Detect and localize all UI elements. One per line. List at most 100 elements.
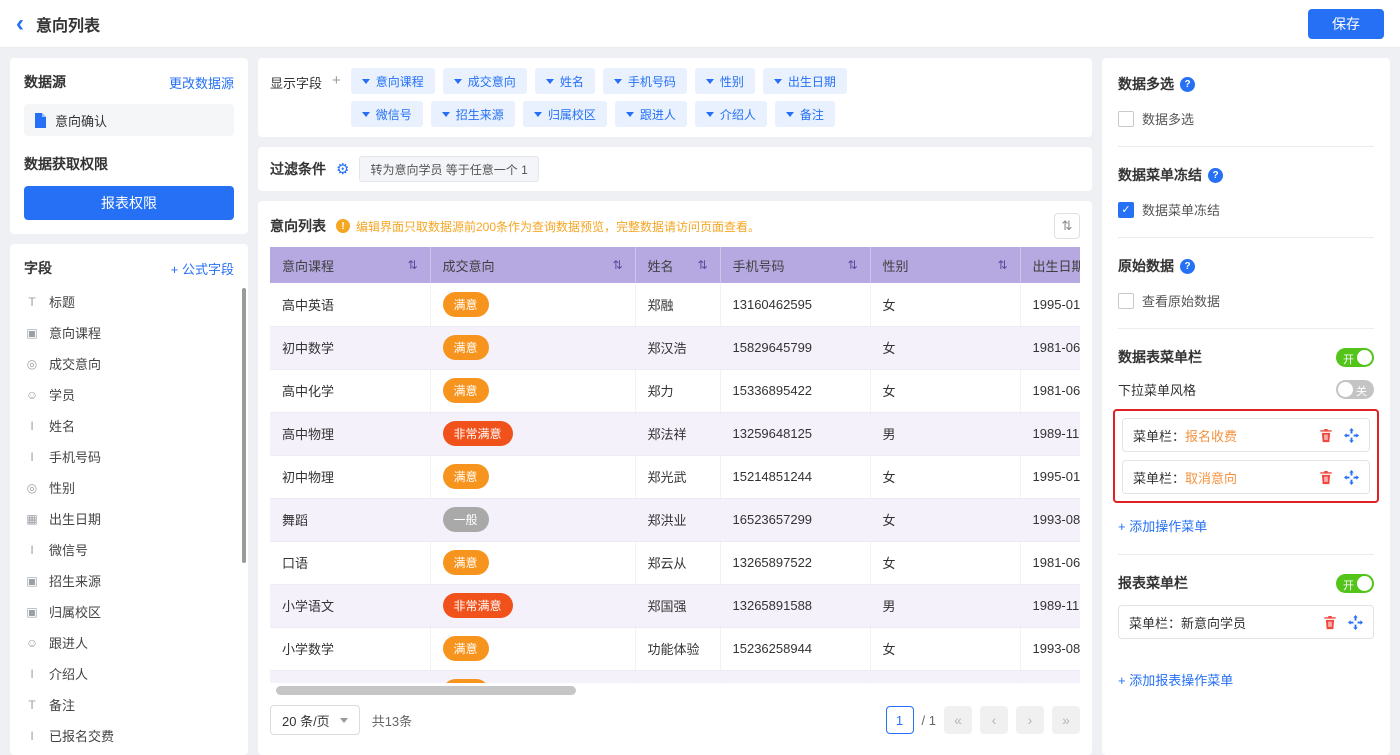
field-chip[interactable]: 备注: [774, 101, 835, 127]
field-chip[interactable]: 出生日期: [762, 68, 847, 94]
cell-gender: 女: [870, 326, 1021, 370]
status-badge: 满意: [442, 636, 489, 661]
multi-select-checkbox-row[interactable]: 数据多选: [1118, 109, 1374, 128]
display-fields-card: 显示字段 + 意向课程 成交意向 姓名 手机号码 性别 出生日期 微信号 招生来…: [258, 58, 1092, 137]
trash-icon[interactable]: [1323, 615, 1337, 630]
table-row: 小学数学 满意 功能体验 15236258944 女 1993-08: [270, 627, 1080, 671]
move-icon[interactable]: [1344, 427, 1359, 443]
field-item-gender[interactable]: ◎ 性别: [24, 472, 234, 503]
column-header-name[interactable]: 姓名 ⇅: [635, 247, 721, 283]
menu-item-value[interactable]: 新意向学员: [1181, 613, 1246, 632]
field-item-name[interactable]: I 姓名: [24, 410, 234, 441]
cell-name: 郑光武: [635, 455, 721, 499]
back-icon[interactable]: ‹: [16, 11, 24, 36]
sort-arrows-icon[interactable]: ⇅: [407, 258, 417, 272]
field-item-campus[interactable]: ▣ 归属校区: [24, 596, 234, 627]
cell-birth: [1020, 670, 1080, 683]
sidebar-scrollbar[interactable]: [242, 288, 246, 563]
add-display-field-icon[interactable]: +: [332, 68, 341, 89]
move-icon[interactable]: [1348, 614, 1363, 630]
change-datasource-link[interactable]: 更改数据源: [169, 73, 234, 92]
left-sidebar: 数据源 更改数据源 意向确认 数据获取权限 报表权限 字段 + 公式字段 T 标题…: [10, 58, 248, 755]
field-chip[interactable]: 意向课程: [350, 68, 435, 94]
field-chip[interactable]: 介绍人: [694, 101, 767, 127]
sort-arrows-icon[interactable]: ⇅: [612, 258, 622, 272]
sort-arrows-icon[interactable]: ⇅: [997, 258, 1007, 272]
first-page-button[interactable]: «: [944, 706, 972, 734]
column-header-gender[interactable]: 性别 ⇅: [870, 247, 1021, 283]
title-field-icon: T: [28, 697, 36, 712]
add-report-menu-link[interactable]: + 添加报表操作菜单: [1118, 670, 1233, 689]
gear-icon[interactable]: ⚙: [336, 160, 349, 178]
menu-item-value[interactable]: 报名收费: [1185, 426, 1237, 445]
field-item-paid[interactable]: I 已报名交费: [24, 720, 234, 751]
field-chip[interactable]: 跟进人: [614, 101, 687, 127]
dropdown-style-toggle-off[interactable]: 关: [1336, 380, 1374, 399]
help-icon[interactable]: ?: [1180, 76, 1195, 92]
field-list: T 标题 ▣ 意向课程 ◎ 成交意向 ☺ 学员 I 姓名 I 手机号码 ◎ 性别 ▦ 出生日期 …: [24, 286, 234, 751]
menu-freeze-checkbox-row[interactable]: ✓ 数据菜单冻结: [1118, 200, 1374, 219]
formula-field-link[interactable]: + 公式字段: [171, 259, 234, 278]
next-page-button[interactable]: ›: [1016, 706, 1044, 734]
field-label: 已报名交费: [49, 729, 115, 744]
last-page-button[interactable]: »: [1052, 706, 1080, 734]
field-chip[interactable]: 手机号码: [602, 68, 687, 94]
cell-course: 初中物理: [270, 455, 431, 499]
raw-data-checkbox-row[interactable]: 查看原始数据: [1118, 291, 1374, 310]
column-header-intent[interactable]: 成交意向 ⇅: [430, 247, 636, 283]
trash-icon[interactable]: [1319, 428, 1333, 443]
field-chip[interactable]: 姓名: [534, 68, 595, 94]
save-button[interactable]: 保存: [1308, 8, 1384, 39]
field-item-student[interactable]: ☺ 学员: [24, 379, 234, 410]
add-menu-link[interactable]: + 添加操作菜单: [1118, 516, 1207, 535]
move-icon[interactable]: [1344, 469, 1359, 485]
help-icon[interactable]: ?: [1208, 167, 1223, 183]
datasource-card: 数据源 更改数据源 意向确认 数据获取权限 报表权限: [10, 58, 248, 234]
checkbox-unchecked[interactable]: [1118, 110, 1134, 127]
cell-name: 功能体验: [635, 627, 721, 671]
field-chip[interactable]: 性别: [694, 68, 755, 94]
field-item-remark[interactable]: T 备注: [24, 689, 234, 720]
checkbox-unchecked[interactable]: [1118, 292, 1134, 309]
horizontal-scrollbar-thumb[interactable]: [276, 686, 576, 695]
field-item-source[interactable]: ▣ 招生来源: [24, 565, 234, 596]
column-header-birth[interactable]: 出生日期: [1020, 247, 1080, 283]
trash-icon[interactable]: [1319, 470, 1333, 485]
current-page-input[interactable]: 1: [885, 706, 914, 734]
field-chip[interactable]: 微信号: [350, 101, 423, 127]
field-item-course[interactable]: ▣ 意向课程: [24, 317, 234, 348]
cell-intent: 满意: [430, 670, 636, 683]
field-item-phone[interactable]: I 手机号码: [24, 441, 234, 472]
chevron-down-icon: [533, 111, 542, 117]
column-header-phone[interactable]: 手机号码 ⇅: [720, 247, 871, 283]
text-field-icon: I: [30, 449, 34, 464]
field-chip[interactable]: 归属校区: [522, 101, 607, 127]
sort-arrows-icon[interactable]: ⇅: [847, 258, 857, 272]
filter-condition-chip[interactable]: 转为意向学员 等于任意一个 1: [359, 156, 539, 182]
cell-gender: 女: [870, 498, 1021, 542]
field-item-title[interactable]: T 标题: [24, 286, 234, 317]
menu-item-value[interactable]: 取消意向: [1185, 468, 1237, 487]
cell-phone: 15214851244: [720, 455, 871, 499]
report-menu-toggle-on[interactable]: 开: [1336, 573, 1374, 593]
page-size-select[interactable]: 20 条/页: [270, 705, 360, 735]
field-chip[interactable]: 招生来源: [430, 101, 515, 127]
sort-arrows-icon[interactable]: ⇅: [697, 258, 707, 272]
cell-name: 郑洪业: [635, 498, 721, 542]
table-sort-button[interactable]: ⇅: [1054, 213, 1080, 239]
help-icon[interactable]: ?: [1180, 258, 1195, 274]
field-item-birthdate[interactable]: ▦ 出生日期: [24, 503, 234, 534]
page-title: 意向列表: [36, 17, 101, 35]
cell-gender: [870, 670, 1021, 683]
field-chip[interactable]: 成交意向: [442, 68, 527, 94]
datasource-item[interactable]: 意向确认: [24, 104, 234, 136]
column-header-course[interactable]: 意向课程 ⇅: [270, 247, 431, 283]
field-item-referrer[interactable]: I 介绍人: [24, 658, 234, 689]
prev-page-button[interactable]: ‹: [980, 706, 1008, 734]
field-item-intent[interactable]: ◎ 成交意向: [24, 348, 234, 379]
field-item-wechat[interactable]: I 微信号: [24, 534, 234, 565]
table-menu-toggle-on[interactable]: 开: [1336, 347, 1374, 367]
report-permission-button[interactable]: 报表权限: [24, 186, 234, 220]
checkbox-checked[interactable]: ✓: [1118, 201, 1134, 218]
field-item-follower[interactable]: ☺ 跟进人: [24, 627, 234, 658]
